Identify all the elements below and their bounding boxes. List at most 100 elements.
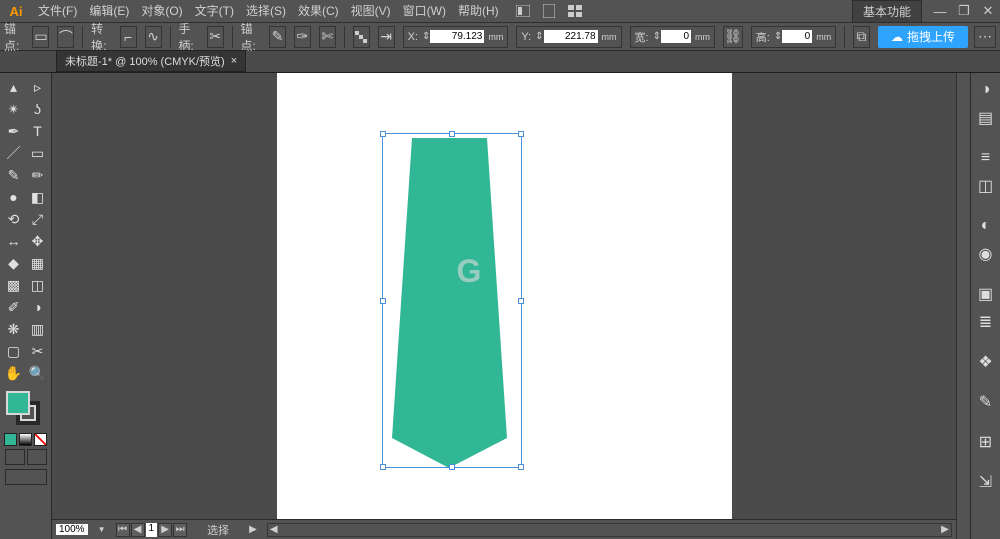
handle-bl[interactable] bbox=[380, 464, 386, 470]
remove-anchor-icon[interactable]: ✎ bbox=[269, 26, 286, 48]
tab-close-icon[interactable]: × bbox=[231, 55, 237, 67]
eyedropper-tool[interactable]: ✐ bbox=[3, 297, 25, 317]
ref-point-icon[interactable] bbox=[353, 26, 370, 48]
selection-tool[interactable]: ▴ bbox=[3, 77, 25, 97]
menu-item[interactable]: 视图(V) bbox=[345, 0, 397, 23]
page-prev-button[interactable]: ◀ bbox=[131, 523, 145, 537]
pen-tool[interactable]: ✒ bbox=[3, 121, 25, 141]
gradient-panel-icon[interactable]: ◫ bbox=[975, 175, 997, 197]
color-mode-gradient[interactable] bbox=[19, 433, 32, 446]
artboard[interactable]: G bbox=[277, 73, 732, 519]
layers-panel-icon[interactable]: ≣ bbox=[975, 311, 997, 333]
rectangle-tool[interactable]: ▭ bbox=[27, 143, 49, 163]
convert-smooth-icon[interactable]: ∿ bbox=[145, 26, 162, 48]
v-scrollbar[interactable] bbox=[956, 73, 970, 539]
y-input[interactable]: Y: ⇕ mm bbox=[516, 26, 621, 48]
align-panel-icon[interactable]: ⊞ bbox=[975, 431, 997, 453]
h-field[interactable] bbox=[782, 30, 812, 43]
anchor-smooth-icon[interactable]: ⌒ bbox=[57, 26, 74, 48]
x-input[interactable]: X: ⇕ mm bbox=[403, 26, 509, 48]
direct-selection-tool[interactable]: ▹ bbox=[27, 77, 49, 97]
mesh-tool[interactable]: ▩ bbox=[3, 275, 25, 295]
menu-item[interactable]: 文件(F) bbox=[32, 0, 83, 23]
y-field[interactable] bbox=[544, 30, 598, 43]
graph-tool[interactable]: ▥ bbox=[27, 319, 49, 339]
brushes-panel-icon[interactable]: ✎ bbox=[975, 391, 997, 413]
draw-behind-mode[interactable] bbox=[27, 449, 47, 465]
workspace-selector[interactable]: 基本功能 bbox=[852, 0, 922, 23]
menu-item[interactable]: 效果(C) bbox=[292, 0, 345, 23]
cut-path-icon[interactable]: ✄ bbox=[319, 26, 336, 48]
slice-tool[interactable]: ✂ bbox=[27, 341, 49, 361]
zoom-tool[interactable]: 🔍 bbox=[27, 363, 49, 383]
symbols-panel-icon[interactable]: ❖ bbox=[975, 351, 997, 373]
color-mode-none[interactable] bbox=[34, 433, 47, 446]
zoom-value[interactable]: 100% bbox=[56, 524, 88, 535]
convert-corner-icon[interactable]: ⌐ bbox=[120, 26, 137, 48]
upload-button[interactable]: ☁ 拖拽上传 bbox=[878, 26, 968, 48]
handle-tr[interactable] bbox=[518, 131, 524, 137]
fill-swatch[interactable] bbox=[6, 391, 30, 415]
draw-normal-mode[interactable] bbox=[5, 449, 25, 465]
color-panel-icon[interactable]: ◑ bbox=[975, 79, 997, 101]
hand-tool[interactable]: ✋ bbox=[3, 363, 25, 383]
transparency-panel-icon[interactable]: ◐ bbox=[975, 215, 997, 237]
blend-tool[interactable]: ◑ bbox=[27, 297, 49, 317]
zoom-dropdown-icon[interactable]: ▼ bbox=[98, 525, 106, 534]
doc-icon[interactable] bbox=[539, 2, 559, 20]
symbol-spray-tool[interactable]: ❋ bbox=[3, 319, 25, 339]
pencil-tool[interactable]: ✏ bbox=[27, 165, 49, 185]
handle-tc[interactable] bbox=[449, 131, 455, 137]
swatches-panel-icon[interactable]: ▤ bbox=[975, 107, 997, 129]
menu-item[interactable]: 帮助(H) bbox=[452, 0, 505, 23]
graphic-styles-icon[interactable]: ▣ bbox=[975, 283, 997, 305]
width-tool[interactable]: ↔ bbox=[3, 231, 25, 251]
isolate-icon[interactable]: ⧉ bbox=[853, 26, 870, 48]
brush-tool[interactable]: ✎ bbox=[3, 165, 25, 185]
page-number[interactable]: 1 bbox=[146, 523, 158, 537]
appearance-panel-icon[interactable]: ◉ bbox=[975, 243, 997, 265]
lasso-tool[interactable]: ʖ bbox=[27, 99, 49, 119]
h-scrollbar[interactable]: ◀ ▶ bbox=[267, 523, 952, 537]
restore-button[interactable]: ❐ bbox=[952, 0, 976, 23]
transform-panel-icon[interactable]: ⇲ bbox=[975, 471, 997, 493]
handle-ml[interactable] bbox=[380, 298, 386, 304]
handle-cut-icon[interactable]: ✂ bbox=[207, 26, 224, 48]
w-field[interactable] bbox=[661, 30, 691, 43]
rotate-tool[interactable]: ⟲ bbox=[3, 209, 25, 229]
options-more-icon[interactable]: ⋯ bbox=[974, 26, 996, 48]
scroll-right-arrow[interactable]: ▶ bbox=[939, 524, 951, 536]
close-button[interactable]: ✕ bbox=[976, 0, 1000, 23]
free-transform-tool[interactable]: ✥ bbox=[27, 231, 49, 251]
layout-icon[interactable] bbox=[513, 2, 533, 20]
page-next-button[interactable]: ▶ bbox=[158, 523, 172, 537]
line-tool[interactable]: ／ bbox=[3, 143, 25, 163]
fill-stroke-swatch[interactable] bbox=[6, 391, 46, 431]
handle-br[interactable] bbox=[518, 464, 524, 470]
stroke-panel-icon[interactable]: ≡ bbox=[975, 147, 997, 169]
handle-mr[interactable] bbox=[518, 298, 524, 304]
shape-builder-tool[interactable]: ◆ bbox=[3, 253, 25, 273]
menu-item[interactable]: 窗口(W) bbox=[397, 0, 452, 23]
link-wh-icon[interactable]: ⛓ bbox=[723, 26, 743, 48]
canvas[interactable]: G bbox=[52, 73, 956, 519]
mode-arrow-icon[interactable]: ▶ bbox=[249, 524, 257, 535]
grid-icon[interactable] bbox=[565, 2, 585, 20]
screen-mode-button[interactable] bbox=[5, 469, 47, 485]
add-anchor-icon[interactable]: ✑ bbox=[294, 26, 311, 48]
h-input[interactable]: 高: ⇕ mm bbox=[751, 26, 836, 48]
type-tool[interactable]: T bbox=[27, 121, 49, 141]
page-first-button[interactable]: ⏮ bbox=[116, 523, 130, 537]
minimize-button[interactable]: — bbox=[928, 0, 952, 23]
document-tab[interactable]: 未标题-1* @ 100% (CMYK/预览) × bbox=[56, 50, 246, 72]
blob-brush-tool[interactable]: ● bbox=[3, 187, 25, 207]
gradient-tool[interactable]: ◫ bbox=[27, 275, 49, 295]
scroll-left-arrow[interactable]: ◀ bbox=[268, 524, 280, 536]
selection-bbox[interactable] bbox=[382, 133, 522, 468]
color-mode-solid[interactable] bbox=[4, 433, 17, 446]
x-field[interactable] bbox=[430, 30, 484, 43]
anchor-convert-icon[interactable]: ▭ bbox=[32, 26, 49, 48]
eraser-tool[interactable]: ◧ bbox=[27, 187, 49, 207]
w-input[interactable]: 宽: ⇕ mm bbox=[630, 26, 715, 48]
perspective-tool[interactable]: ▦ bbox=[27, 253, 49, 273]
